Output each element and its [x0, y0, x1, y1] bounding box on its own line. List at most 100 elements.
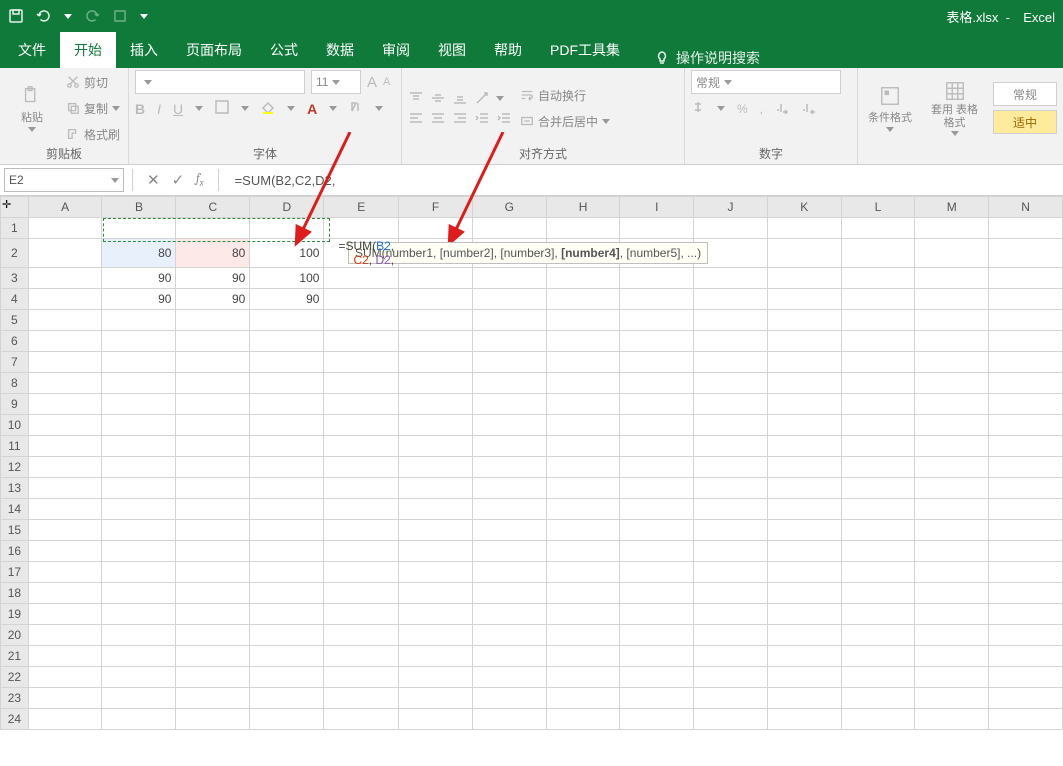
cell[interactable] — [767, 709, 841, 730]
cell[interactable] — [102, 688, 176, 709]
cell[interactable] — [176, 646, 250, 667]
cell[interactable] — [767, 310, 841, 331]
cell[interactable] — [250, 625, 324, 646]
cell[interactable] — [324, 268, 399, 289]
horizontal-align-buttons[interactable] — [408, 110, 468, 126]
cell[interactable] — [694, 331, 768, 352]
cell[interactable] — [399, 352, 473, 373]
active-edit-cell[interactable]: =SUM(B2, C2, D2, — [324, 239, 399, 268]
cell[interactable] — [176, 457, 250, 478]
cell[interactable] — [250, 499, 324, 520]
cell[interactable] — [915, 499, 989, 520]
cell[interactable] — [250, 457, 324, 478]
column-header[interactable]: B — [102, 197, 176, 218]
cell[interactable] — [767, 541, 841, 562]
chevron-down-icon[interactable] — [287, 106, 295, 111]
cell[interactable] — [28, 457, 102, 478]
cell[interactable] — [28, 646, 102, 667]
cell[interactable] — [250, 646, 324, 667]
cell[interactable] — [324, 218, 399, 239]
cell[interactable] — [694, 583, 768, 604]
cell[interactable] — [28, 478, 102, 499]
cell[interactable] — [28, 289, 102, 310]
cell[interactable] — [767, 436, 841, 457]
cell[interactable] — [28, 218, 102, 239]
cell[interactable] — [620, 478, 694, 499]
formula-input[interactable]: =SUM(B2,C2,D2, — [227, 173, 1063, 188]
cell[interactable] — [250, 709, 324, 730]
cell[interactable] — [915, 331, 989, 352]
cell[interactable]: 90 — [102, 268, 176, 289]
cell[interactable] — [841, 268, 915, 289]
cell[interactable] — [399, 562, 473, 583]
name-box[interactable]: E2 — [4, 168, 124, 192]
row-header[interactable]: 5 — [1, 310, 29, 331]
column-header[interactable]: E — [324, 197, 399, 218]
cell[interactable] — [472, 478, 546, 499]
font-color-button[interactable]: A — [307, 101, 317, 117]
cell[interactable] — [915, 239, 989, 268]
cell[interactable] — [102, 646, 176, 667]
cell[interactable] — [841, 352, 915, 373]
cell[interactable] — [694, 520, 768, 541]
cell[interactable] — [915, 373, 989, 394]
cell[interactable] — [102, 541, 176, 562]
cell[interactable] — [28, 709, 102, 730]
cell[interactable] — [694, 604, 768, 625]
column-header[interactable]: N — [989, 197, 1063, 218]
cell[interactable] — [989, 218, 1063, 239]
cell[interactable] — [102, 478, 176, 499]
cell[interactable] — [694, 709, 768, 730]
cell[interactable] — [324, 604, 399, 625]
cell[interactable] — [102, 331, 176, 352]
cell[interactable] — [250, 688, 324, 709]
cell[interactable] — [915, 709, 989, 730]
cell[interactable] — [546, 688, 620, 709]
cell[interactable] — [620, 562, 694, 583]
cell[interactable] — [989, 239, 1063, 268]
cell[interactable] — [102, 667, 176, 688]
cell[interactable] — [694, 352, 768, 373]
cell[interactable] — [915, 562, 989, 583]
cell[interactable] — [399, 646, 473, 667]
cell[interactable] — [324, 520, 399, 541]
cell[interactable] — [324, 478, 399, 499]
cell[interactable] — [399, 331, 473, 352]
cell[interactable] — [250, 415, 324, 436]
orientation-button[interactable] — [474, 90, 512, 106]
cell[interactable] — [620, 709, 694, 730]
cell[interactable] — [841, 604, 915, 625]
cell[interactable] — [767, 268, 841, 289]
cell[interactable] — [767, 457, 841, 478]
cell-style-normal[interactable]: 常规 — [993, 82, 1057, 106]
enter-formula-button[interactable]: ✓ — [166, 171, 191, 189]
cell[interactable] — [915, 289, 989, 310]
cell[interactable] — [324, 331, 399, 352]
cell[interactable] — [102, 625, 176, 646]
column-header[interactable]: C — [176, 197, 250, 218]
tab-pdf-tools[interactable]: PDF工具集 — [536, 32, 634, 68]
chevron-down-icon[interactable] — [329, 106, 337, 111]
cell[interactable] — [841, 688, 915, 709]
cell[interactable] — [694, 625, 768, 646]
cell[interactable] — [546, 415, 620, 436]
cell[interactable] — [620, 310, 694, 331]
cell[interactable] — [28, 541, 102, 562]
undo-icon[interactable] — [36, 8, 52, 24]
cell[interactable] — [694, 310, 768, 331]
cell[interactable] — [841, 218, 915, 239]
cell[interactable] — [472, 562, 546, 583]
spreadsheet-grid[interactable]: SUM(number1, [number2], [number3], [numb… — [0, 196, 1063, 730]
cell[interactable] — [841, 646, 915, 667]
cell[interactable] — [841, 520, 915, 541]
cell[interactable] — [767, 667, 841, 688]
cell[interactable] — [694, 436, 768, 457]
cell[interactable] — [989, 268, 1063, 289]
cell[interactable] — [472, 499, 546, 520]
number-format-select[interactable]: 常规 — [691, 70, 841, 94]
italic-button[interactable]: I — [157, 101, 161, 117]
cell[interactable] — [989, 499, 1063, 520]
cell[interactable] — [620, 583, 694, 604]
cell[interactable] — [694, 373, 768, 394]
cell[interactable] — [915, 520, 989, 541]
